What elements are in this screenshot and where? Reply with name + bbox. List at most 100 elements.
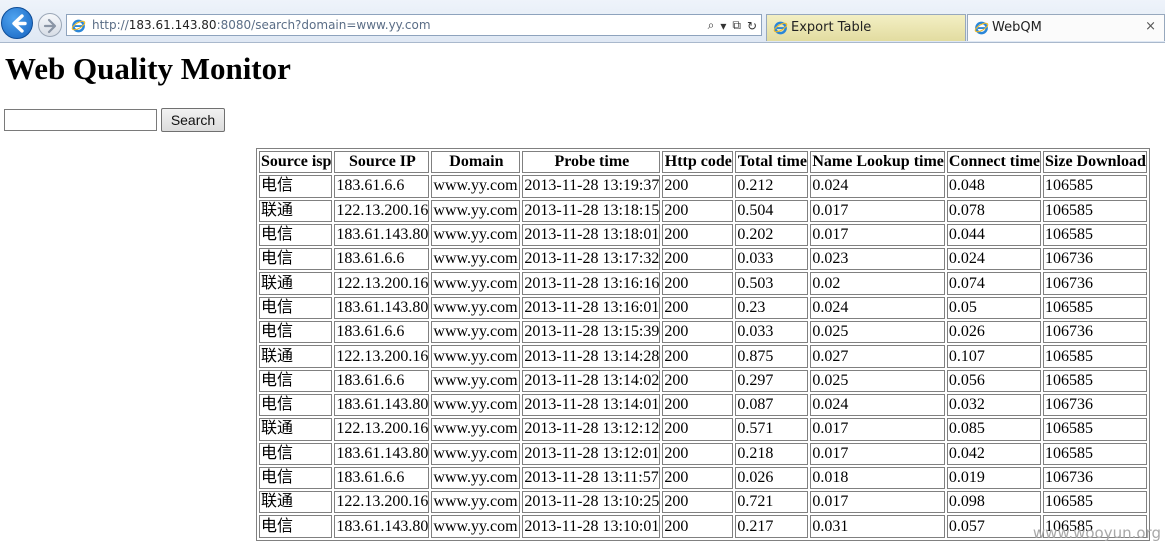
table-row: 电信 183.61.6.6 www.yy.com 2013-11-28 13:19:3… xyxy=(259,175,1147,198)
cell-total-time: 0.297 xyxy=(735,369,809,392)
cell-probe-time: 2013-11-28 13:11:57 xyxy=(522,466,661,490)
cell-source-isp: 电信 xyxy=(259,369,333,392)
cell-name-lookup-time: 0.024 xyxy=(810,296,945,320)
cell-connect-time: 0.078 xyxy=(946,199,1041,222)
cell-source-isp: 联通 xyxy=(259,491,333,514)
cell-probe-time: 2013-11-28 13:14:02 xyxy=(522,369,661,392)
cell-probe-time: 2013-11-28 13:17:32 xyxy=(522,248,661,271)
watermark: www.wooyun.org xyxy=(1032,524,1161,542)
tab-export-table[interactable]: Export Table xyxy=(766,14,966,41)
cell-domain: www.yy.com xyxy=(431,515,521,538)
cell-total-time: 0.218 xyxy=(735,442,809,465)
dropdown-icon[interactable]: ▾ xyxy=(720,19,726,33)
cell-name-lookup-time: 0.027 xyxy=(810,345,945,368)
url-host: 183.61.143.80 xyxy=(128,18,217,32)
refresh-icon[interactable]: ↻ xyxy=(747,19,757,33)
cell-domain: www.yy.com xyxy=(431,272,521,295)
close-icon[interactable]: × xyxy=(1145,19,1156,34)
page-title: Web Quality Monitor xyxy=(5,51,291,86)
table-row: 电信 183.61.6.6 www.yy.com 2013-11-28 13:15:3… xyxy=(259,321,1147,344)
cell-http-code: 200 xyxy=(662,466,734,490)
cell-size-download: 106585 xyxy=(1043,223,1147,247)
cell-http-code: 200 xyxy=(662,393,734,417)
cell-source-isp: 电信 xyxy=(259,175,333,198)
cell-source-ip: 183.61.6.6 xyxy=(334,248,430,271)
column-header-source-ip: Source IP xyxy=(334,151,430,174)
cell-total-time: 0.033 xyxy=(735,248,809,271)
cell-name-lookup-time: 0.017 xyxy=(810,223,945,247)
cell-name-lookup-time: 0.025 xyxy=(810,369,945,392)
table-row: 电信 183.61.6.6 www.yy.com 2013-11-28 13:14:0… xyxy=(259,369,1147,392)
cell-name-lookup-time: 0.017 xyxy=(810,442,945,465)
cell-name-lookup-time: 0.017 xyxy=(810,491,945,514)
cell-http-code: 200 xyxy=(662,442,734,465)
cell-source-ip: 122.13.200.16 xyxy=(334,345,430,368)
cell-connect-time: 0.098 xyxy=(946,491,1041,514)
cell-total-time: 0.875 xyxy=(735,345,809,368)
tab-label: Export Table xyxy=(791,20,872,35)
table-row: 联通 122.13.200.16 www.yy.com 2013-11-28 13:1… xyxy=(259,345,1147,368)
cell-domain: www.yy.com xyxy=(431,248,521,271)
cell-connect-time: 0.026 xyxy=(946,321,1041,344)
cell-name-lookup-time: 0.024 xyxy=(810,393,945,417)
cell-http-code: 200 xyxy=(662,345,734,368)
results-table: Source isp Source IP Domain Probe time Http … xyxy=(256,148,1150,541)
column-header-total-time: Total time xyxy=(735,151,809,174)
cell-domain: www.yy.com xyxy=(431,175,521,198)
column-header-domain: Domain xyxy=(431,151,521,174)
cell-connect-time: 0.074 xyxy=(946,272,1041,295)
cell-name-lookup-time: 0.024 xyxy=(810,175,945,198)
cell-probe-time: 2013-11-28 13:10:01 xyxy=(522,515,661,538)
cell-probe-time: 2013-11-28 13:14:01 xyxy=(522,393,661,417)
address-bar[interactable]: http://183.61.143.80:8080/search?domain=… xyxy=(66,14,762,36)
url-text[interactable]: http://183.61.143.80:8080/search?domain=… xyxy=(92,18,431,32)
cell-probe-time: 2013-11-28 13:10:25 xyxy=(522,491,661,514)
cell-total-time: 0.721 xyxy=(735,491,809,514)
table-row: 电信 183.61.143.80 www.yy.com 2013-11-28 13:1… xyxy=(259,223,1147,247)
search-button[interactable]: Search xyxy=(161,108,225,132)
column-header-name-lookup-time: Name Lookup time xyxy=(810,151,945,174)
compatibility-view-icon[interactable]: ⧉ xyxy=(732,18,741,33)
table-row: 联通 122.13.200.16 www.yy.com 2013-11-28 13:1… xyxy=(259,272,1147,295)
cell-source-ip: 183.61.6.6 xyxy=(334,321,430,344)
cell-http-code: 200 xyxy=(662,248,734,271)
cell-source-ip: 183.61.6.6 xyxy=(334,369,430,392)
cell-domain: www.yy.com xyxy=(431,369,521,392)
back-button[interactable] xyxy=(1,7,33,39)
cell-size-download: 106736 xyxy=(1043,466,1147,490)
cell-domain: www.yy.com xyxy=(431,321,521,344)
cell-size-download: 106585 xyxy=(1043,199,1147,222)
cell-source-ip: 183.61.6.6 xyxy=(334,175,430,198)
cell-http-code: 200 xyxy=(662,272,734,295)
cell-total-time: 0.087 xyxy=(735,393,809,417)
cell-total-time: 0.033 xyxy=(735,321,809,344)
cell-probe-time: 2013-11-28 13:14:28 xyxy=(522,345,661,368)
cell-http-code: 200 xyxy=(662,491,734,514)
tab-webqm[interactable]: WebQM × xyxy=(967,14,1165,41)
search-input[interactable] xyxy=(4,109,157,131)
cell-connect-time: 0.044 xyxy=(946,223,1041,247)
cell-total-time: 0.504 xyxy=(735,199,809,222)
table-row: 联通 122.13.200.16 www.yy.com 2013-11-28 13:1… xyxy=(259,199,1147,222)
cell-source-isp: 电信 xyxy=(259,321,333,344)
cell-source-ip: 183.61.143.80 xyxy=(334,223,430,247)
cell-name-lookup-time: 0.025 xyxy=(810,321,945,344)
cell-domain: www.yy.com xyxy=(431,296,521,320)
cell-connect-time: 0.048 xyxy=(946,175,1041,198)
cell-source-isp: 电信 xyxy=(259,515,333,538)
forward-button[interactable] xyxy=(38,13,62,37)
cell-size-download: 106585 xyxy=(1043,491,1147,514)
cell-domain: www.yy.com xyxy=(431,418,521,441)
table-header-row: Source isp Source IP Domain Probe time Http … xyxy=(259,151,1147,174)
cell-size-download: 106736 xyxy=(1043,272,1147,295)
cell-source-isp: 电信 xyxy=(259,296,333,320)
column-header-size-download: Size Download xyxy=(1043,151,1147,174)
cell-size-download: 106585 xyxy=(1043,296,1147,320)
cell-source-isp: 电信 xyxy=(259,466,333,490)
cell-total-time: 0.212 xyxy=(735,175,809,198)
cell-source-ip: 183.61.143.80 xyxy=(334,442,430,465)
cell-probe-time: 2013-11-28 13:16:01 xyxy=(522,296,661,320)
search-icon[interactable]: ⌕ xyxy=(708,18,715,33)
cell-domain: www.yy.com xyxy=(431,442,521,465)
column-header-http-code: Http code xyxy=(662,151,734,174)
